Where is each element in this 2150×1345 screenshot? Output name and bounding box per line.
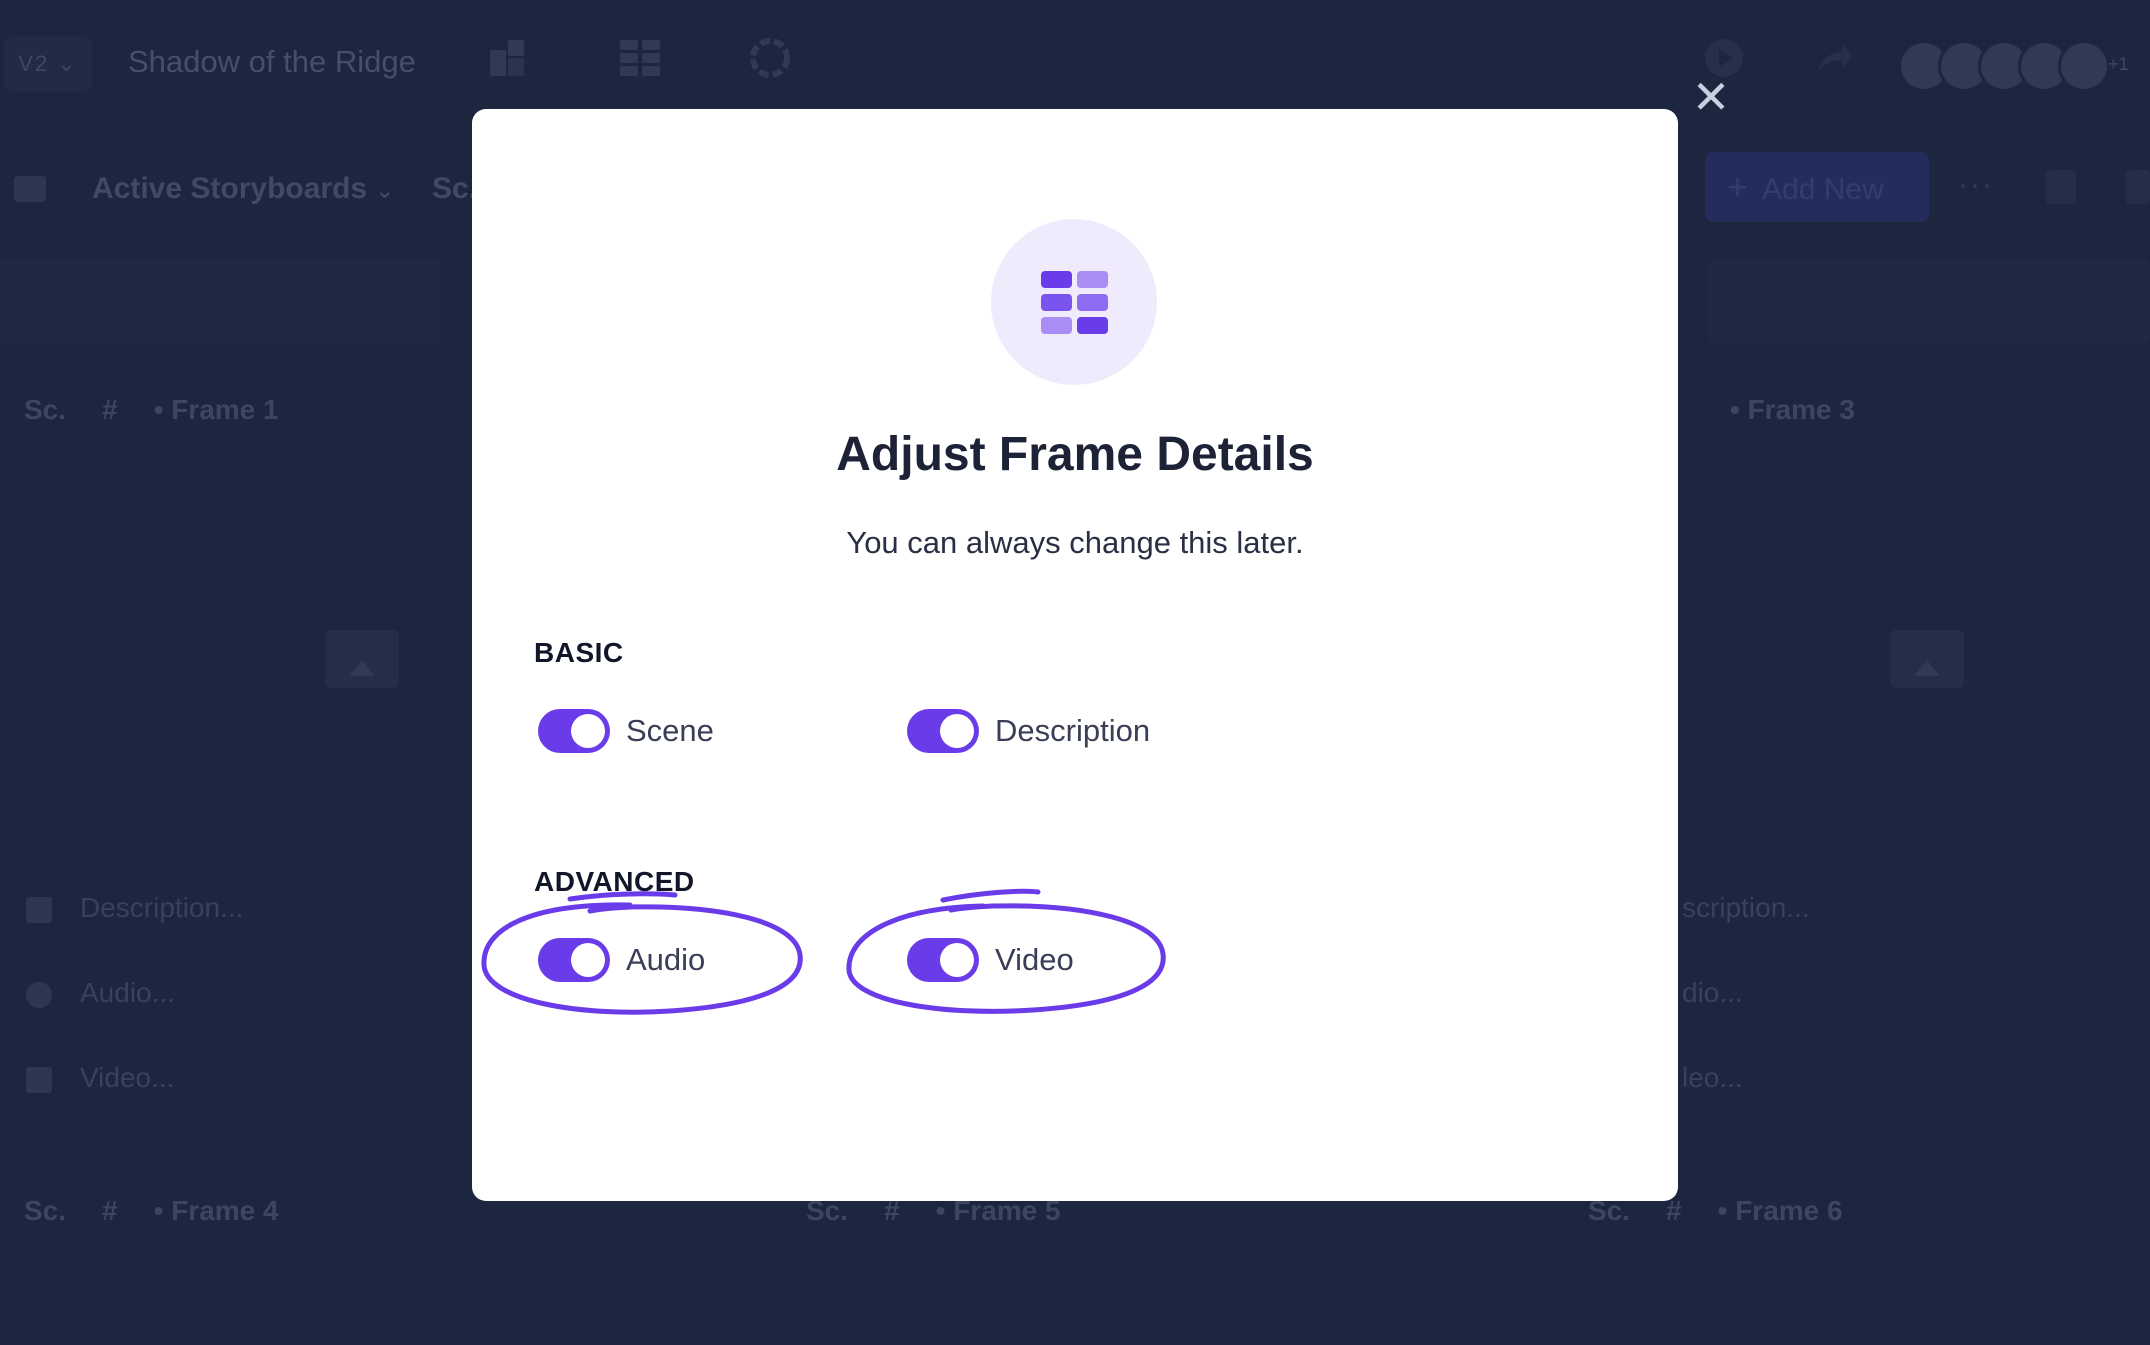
toggle-knob <box>940 714 974 748</box>
audio-toggle-label: Audio <box>626 942 706 977</box>
toggle-switch[interactable] <box>907 938 979 982</box>
close-icon[interactable]: ✕ <box>1690 74 1732 120</box>
modal-title: Adjust Frame Details <box>836 428 1314 481</box>
toggle-knob <box>571 714 605 748</box>
adjust-frame-details-modal: Adjust Frame Details You can always chan… <box>472 109 1678 1201</box>
description-toggle-label: Description <box>995 713 1151 748</box>
frame-grid-icon-badge <box>991 219 1157 385</box>
scene-toggle[interactable]: Scene <box>538 708 714 754</box>
advanced-section-label: ADVANCED <box>534 866 695 897</box>
description-toggle[interactable]: Description <box>907 708 1150 754</box>
frame-grid-icon <box>1041 271 1109 335</box>
audio-toggle[interactable]: Audio <box>538 937 705 983</box>
video-toggle-label: Video <box>995 942 1074 977</box>
toggle-switch[interactable] <box>538 709 610 753</box>
scene-toggle-label: Scene <box>626 713 714 748</box>
toggle-switch[interactable] <box>538 938 610 982</box>
basic-section-label: BASIC <box>534 637 624 668</box>
toggle-switch[interactable] <box>907 709 979 753</box>
modal-subtitle: You can always change this later. <box>846 525 1304 560</box>
toggle-knob <box>940 943 974 977</box>
toggle-knob <box>571 943 605 977</box>
video-toggle[interactable]: Video <box>907 937 1074 983</box>
